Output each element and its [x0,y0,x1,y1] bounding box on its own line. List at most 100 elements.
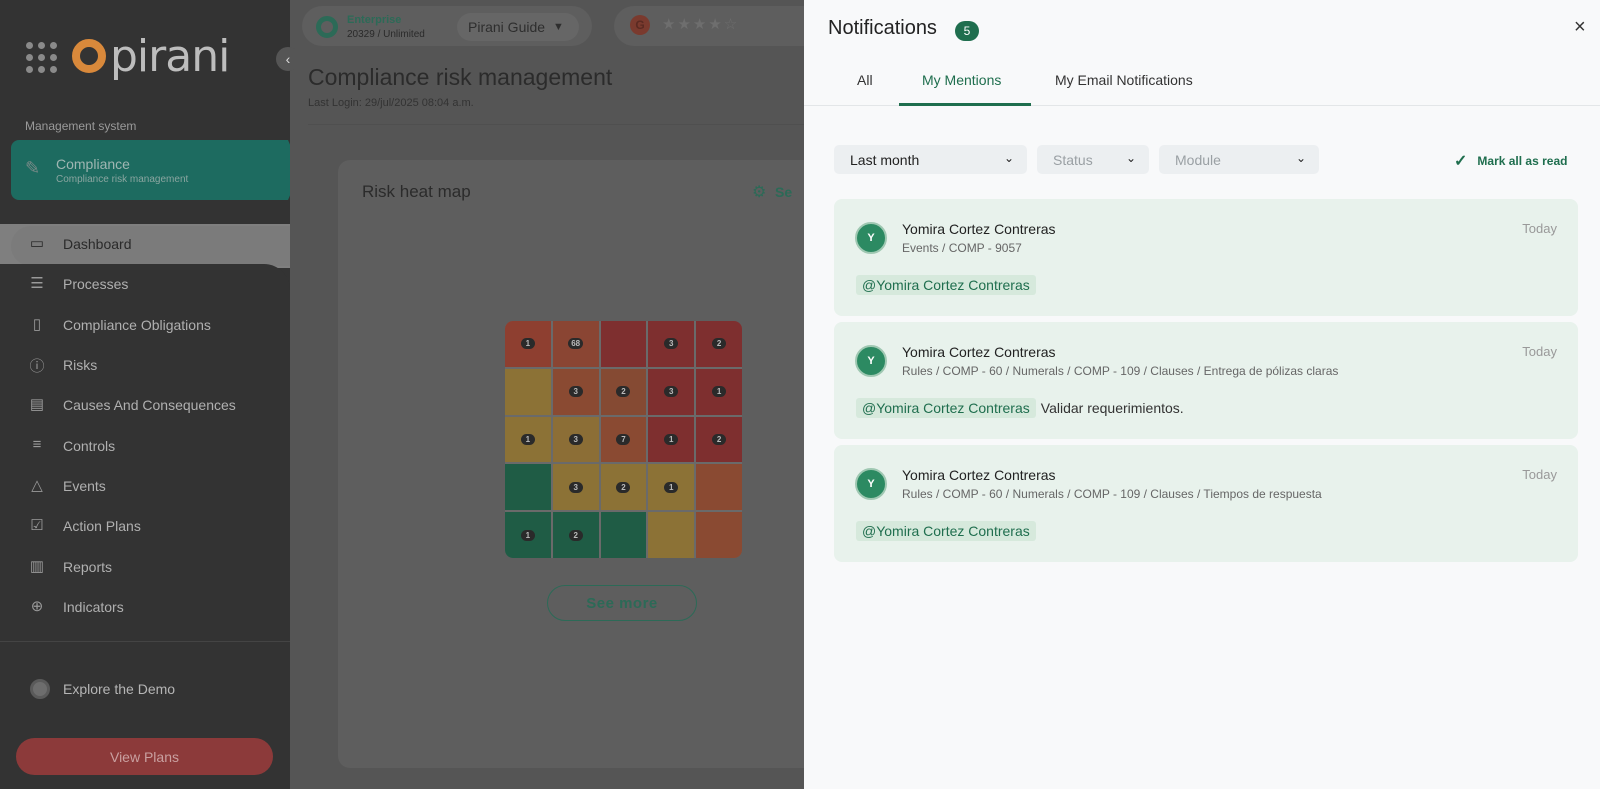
pirani-guide-dropdown[interactable]: Pirani Guide ▼ [457,13,579,41]
avatar: Y [855,468,887,500]
sidebar-item-compliance-obligations[interactable]: ▯ Compliance Obligations [0,305,290,345]
check-icon: ✓ [1454,153,1468,170]
notification-date: Today [1522,221,1557,236]
heatmap-cell[interactable]: 3 [552,464,599,511]
heatmap-cell[interactable]: 1 [696,368,742,415]
notification-item[interactable]: Y Yomira Cortez Contreras Rules / COMP - 6… [834,322,1578,439]
chevron-down-icon: ▼ [553,21,564,33]
sidebar-item-causes-and-consequences[interactable]: ▤ Causes And Consequences [0,385,290,425]
heatmap-cell[interactable]: 2 [600,464,647,511]
module-compliance[interactable]: ✎ Compliance Compliance risk management [11,140,301,200]
sidebar: pirani Management system ✎ Compliance Co… [0,0,301,789]
divider [0,641,290,642]
checklist-icon: ☑ [30,517,44,535]
logo-ring-icon [72,39,106,73]
notification-date: Today [1522,467,1557,482]
heatmap-cell[interactable]: 1 [648,464,695,511]
page-title: Compliance risk management [308,64,613,90]
heatmap-count: 3 [568,481,583,493]
sidebar-item-label: Dashboard [63,236,132,253]
heatmap-count: 3 [664,386,679,398]
heatmap-cell[interactable]: 1 [505,416,551,463]
notification-body: @Yomira Cortez Contreras [856,521,1041,541]
mark-all-read-button[interactable]: ✓ Mark all as read [1454,151,1567,171]
tab-all[interactable]: All [857,72,873,88]
heatmap-cell[interactable]: 3 [648,368,695,415]
sidebar-item-events[interactable]: △ Events [0,466,290,506]
notifications-panel: Notifications 5 × All My Mentions My Ema… [804,0,1600,789]
sidebar-item-controls[interactable]: ≡ Controls [0,425,290,465]
sidebar-item-label: Processes [63,276,129,293]
heatmap-cell[interactable]: 2 [600,368,647,415]
mention-tag[interactable]: @Yomira Cortez Contreras [856,521,1036,541]
close-icon[interactable]: × [1574,16,1586,39]
heatmap-count: 2 [616,481,631,493]
heatmap-cell[interactable] [505,368,551,415]
heatmap-cell[interactable]: 3 [552,368,599,415]
heatmap-cell[interactable] [696,512,742,558]
status-select[interactable]: Status ⌄ [1037,145,1149,174]
heatmap-cell[interactable]: 2 [552,512,599,558]
period-select[interactable]: Last month ⌄ [834,145,1027,174]
notification-path: Rules / COMP - 60 / Numerals / COMP - 10… [902,364,1339,378]
tab-my-email-notifications[interactable]: My Email Notifications [1055,72,1193,88]
sidebar-item-processes[interactable]: ☰ Processes [0,264,290,304]
heatmap-count: 1 [664,481,679,493]
notification-item[interactable]: Y Yomira Cortez Contreras Rules / COMP - 6… [834,445,1578,562]
alert-circle-icon: ⓘ [29,358,45,376]
heatmap-count: 1 [520,433,535,445]
heatmap-cell[interactable] [600,512,647,558]
heatmap-cell[interactable]: 1 [505,321,551,367]
heatmap-cell[interactable] [505,464,551,511]
notification-message: Validar requerimientos. [1040,400,1184,416]
heatmap-cell[interactable]: 1 [648,416,695,463]
notification-item[interactable]: Y Yomira Cortez Contreras Events / COMP - … [834,199,1578,316]
tab-my-mentions[interactable]: My Mentions [922,72,1001,88]
heatmap-cell[interactable] [648,512,695,558]
heatmap-cell[interactable]: 2 [696,321,742,367]
module-subtitle: Compliance risk management [56,174,189,185]
divider [308,124,808,125]
notification-author: Yomira Cortez Contreras [902,221,1056,237]
mention-tag[interactable]: @Yomira Cortez Contreras [856,275,1036,295]
list-icon: ☰ [30,275,44,293]
explore-demo-link[interactable]: Explore the Demo [30,679,175,699]
sidebar-item-indicators[interactable]: ⊕ Indicators [0,587,290,627]
notification-count-badge: 5 [955,21,979,41]
heatmap-cell[interactable]: 7 [600,416,647,463]
heatmap-count: 2 [712,433,727,445]
sidebar-item-risks[interactable]: ⓘ Risks [0,345,290,385]
heatmap-cell[interactable] [600,321,647,367]
settings-link[interactable]: Se [775,184,792,200]
heatmap-cell[interactable] [696,464,742,511]
heatmap-count: 7 [616,433,631,445]
last-login: Last Login: 29/jul/2025 08:04 a.m. [308,97,474,109]
notification-date: Today [1522,344,1557,359]
view-plans-button[interactable]: View Plans [16,738,273,775]
section-label: Management system [25,119,137,133]
heatmap-cell[interactable]: 2 [696,416,742,463]
heatmap-cell[interactable]: 68 [552,321,599,367]
pirani-logo: pirani [72,31,230,82]
heatmap-cell[interactable]: 3 [648,321,695,367]
notification-path: Rules / COMP - 60 / Numerals / COMP - 10… [902,487,1322,501]
active-tab-indicator [899,103,1031,106]
mention-tag[interactable]: @Yomira Cortez Contreras [856,398,1036,418]
notification-body: @Yomira Cortez Contreras [856,275,1041,295]
see-more-button[interactable]: See more [547,585,697,621]
sidebar-item-dashboard[interactable]: ▭ Dashboard [0,224,290,264]
heatmap-cell[interactable]: 3 [552,416,599,463]
sidebar-item-action-plans[interactable]: ☑ Action Plans [0,506,290,546]
apps-grid-icon[interactable] [26,42,58,74]
chevron-down-icon: ⌄ [1125,151,1136,165]
sidebar-item-reports[interactable]: ▥ Reports [0,546,290,586]
heatmap-count: 1 [712,386,727,398]
notification-author: Yomira Cortez Contreras [902,344,1056,360]
collapse-sidebar-icon[interactable]: ‹ [276,47,300,71]
gear-icon[interactable]: ⚙ [752,182,766,202]
module-select[interactable]: Module ⌄ [1159,145,1319,174]
heatmap-cell[interactable]: 1 [505,512,551,558]
sliders-icon: ≡ [32,435,42,453]
plan-name: Enterprise [347,14,402,26]
sidebar-item-label: Action Plans [63,518,141,535]
